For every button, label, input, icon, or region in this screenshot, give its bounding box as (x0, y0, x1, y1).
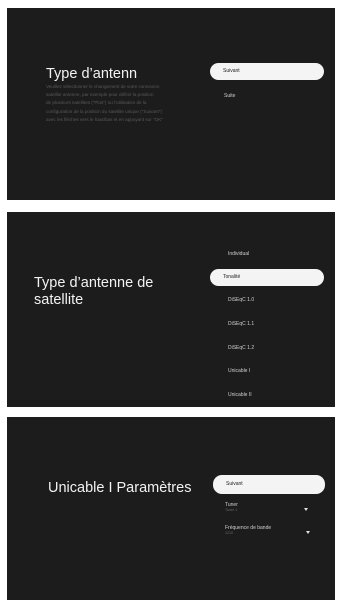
page-title: Unicable I Paramètres (48, 480, 192, 496)
menu-option-suivant[interactable]: Suivant (213, 475, 325, 494)
dropdown-value: Tuner 1 (225, 508, 238, 512)
menu-option-diseqc-1-2[interactable]: DiSEqC 1.2 (228, 344, 254, 352)
menu-option-unicable-2[interactable]: Unicable II (228, 391, 252, 399)
chevron-down-icon (306, 531, 310, 534)
page-title: Type d’antenne de satellite (34, 275, 154, 308)
menu-option-individual[interactable]: Individual (228, 250, 249, 258)
antenna-type-screen: Type d’antenn Veuillez sélectionner le c… (7, 8, 335, 200)
menu-option-suite[interactable]: Suite (224, 92, 235, 100)
menu-option-diseqc-1-1[interactable]: DiSEqC 1.1 (228, 320, 254, 328)
page-title: Type d’antenn (46, 66, 138, 82)
menu-option-suivant[interactable]: Suivant (210, 63, 324, 80)
page-description: Veuillez sélectionner le changement de v… (46, 84, 163, 122)
satellite-antenna-type-screen: Type d’antenne de satellite Individual T… (7, 212, 335, 407)
menu-option-diseqc-1-0[interactable]: DiSEqC 1.0 (228, 296, 254, 304)
unicable-settings-screen: Unicable I Paramètres Suivant Tuner Tune… (7, 417, 335, 600)
menu-option-unicable-1[interactable]: Unicable I (228, 367, 250, 375)
chevron-down-icon (304, 508, 308, 511)
dropdown-value: 1210 (225, 531, 233, 535)
menu-option-tonalite[interactable]: Tonalité (210, 269, 324, 286)
